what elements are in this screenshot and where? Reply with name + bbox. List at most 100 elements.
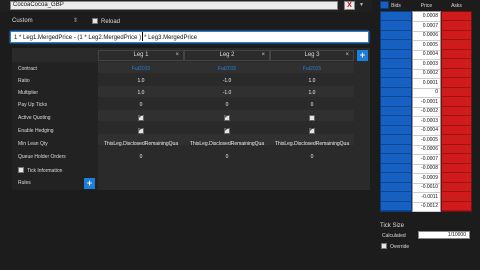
contract-cell-leg3[interactable]: Fut2015 [270, 65, 354, 73]
bid-cell[interactable] [381, 107, 411, 116]
pay-up-cell-leg3[interactable]: 0 [270, 101, 354, 109]
bid-cell[interactable] [381, 22, 411, 31]
price-cell[interactable]: -0.0007 [413, 155, 440, 164]
bid-cell[interactable] [381, 31, 411, 40]
price-cell[interactable]: -0.0012 [413, 202, 440, 211]
price-cell[interactable]: -0.0003 [413, 117, 440, 126]
ask-cell[interactable] [442, 126, 471, 135]
ask-cell[interactable] [442, 174, 471, 183]
price-cell[interactable]: -0.0005 [413, 136, 440, 145]
price-cell[interactable]: -0.0001 [413, 98, 440, 107]
ask-cell[interactable] [442, 50, 471, 59]
ask-cell[interactable] [442, 79, 471, 88]
add-rule-button[interactable]: + [84, 178, 95, 189]
price-cell[interactable]: 0 [413, 88, 440, 97]
bid-cell[interactable] [381, 69, 411, 78]
bid-cell[interactable] [381, 12, 411, 21]
pay-up-cell-leg1[interactable]: 0 [98, 101, 184, 109]
instrument-select[interactable]: CocoaCocoa_GBP [10, 1, 338, 10]
min-lean-cell-leg1[interactable]: ThisLeg.DisclosedRemainingQua [98, 140, 184, 148]
ask-cell[interactable] [442, 164, 471, 173]
active-quoting-checkbox-leg2[interactable] [224, 113, 230, 121]
bid-cell[interactable] [381, 88, 411, 97]
ask-cell[interactable] [442, 183, 471, 192]
pay-up-cell-leg2[interactable]: 0 [184, 101, 270, 109]
ask-cell[interactable] [442, 136, 471, 145]
bid-cell[interactable] [381, 98, 411, 107]
ask-cell[interactable] [442, 88, 471, 97]
ask-cell[interactable] [442, 41, 471, 50]
ask-cell[interactable] [442, 145, 471, 154]
ask-cell[interactable] [442, 155, 471, 164]
price-cell[interactable]: 0.0007 [413, 22, 440, 31]
min-lean-cell-leg3[interactable]: ThisLeg.DisclosedRemainingQua [270, 140, 354, 148]
chevron-down-icon[interactable]: ▼ [359, 2, 364, 8]
reload-checkbox-box[interactable] [92, 18, 98, 24]
ask-cell[interactable] [442, 22, 471, 31]
price-cell[interactable]: -0.0006 [413, 145, 440, 154]
close-leg-icon[interactable]: × [345, 51, 349, 60]
price-cell[interactable]: 0.0004 [413, 50, 440, 59]
price-cell[interactable]: 0.0003 [413, 60, 440, 69]
bid-cell[interactable] [381, 164, 411, 173]
ask-cell[interactable] [442, 69, 471, 78]
bid-cell[interactable] [381, 126, 411, 135]
ask-cell[interactable] [442, 117, 471, 126]
bid-cell[interactable] [381, 50, 411, 59]
ratio-cell-leg3[interactable]: 1.0 [270, 77, 354, 85]
bid-cell[interactable] [381, 79, 411, 88]
tick-information-checkbox[interactable] [18, 167, 24, 173]
price-cell[interactable]: 0.0001 [413, 79, 440, 88]
price-cell[interactable]: -0.0008 [413, 164, 440, 173]
add-leg-button[interactable]: + [357, 50, 368, 61]
override-checkbox-box[interactable] [381, 243, 387, 249]
mode-select[interactable]: Custom ⇕ [12, 17, 78, 26]
tick-information-toggle[interactable]: Tick Information [18, 167, 62, 175]
multiplier-cell-leg2[interactable]: -1.0 [184, 89, 270, 97]
enable-hedging-checkbox-leg3[interactable] [309, 126, 315, 134]
close-button[interactable]: X [344, 1, 355, 10]
price-cell[interactable]: -0.0002 [413, 107, 440, 116]
formula-input[interactable]: 1 * Leg1.MergedPrice - (1 * Leg2.MergedP… [10, 31, 369, 43]
queue-holder-cell-leg2[interactable]: 0 [184, 153, 270, 161]
override-checkbox[interactable]: Override [381, 243, 409, 250]
price-cell[interactable]: -0.0010 [413, 183, 440, 192]
price-cell[interactable]: 0.0006 [413, 31, 440, 40]
price-cell[interactable]: 0.0005 [413, 41, 440, 50]
close-leg-icon[interactable]: × [175, 51, 179, 60]
bid-cell[interactable] [381, 202, 411, 211]
ask-cell[interactable] [442, 107, 471, 116]
enable-hedging-checkbox-leg2[interactable] [224, 126, 230, 134]
bid-cell[interactable] [381, 145, 411, 154]
bid-cell[interactable] [381, 183, 411, 192]
ask-cell[interactable] [442, 202, 471, 211]
bid-cell[interactable] [381, 155, 411, 164]
ask-cell[interactable] [442, 193, 471, 202]
price-cell[interactable]: -0.0011 [413, 193, 440, 202]
contract-cell-leg2[interactable]: Fut2015 [184, 65, 270, 73]
ask-cell[interactable] [442, 98, 471, 107]
reload-checkbox[interactable]: Reload [92, 18, 120, 26]
close-leg-icon[interactable]: × [261, 51, 265, 60]
leg-header-1[interactable]: Leg 1 × [98, 50, 184, 61]
contract-cell-leg1[interactable]: Fut2015 [98, 65, 184, 73]
bid-cell[interactable] [381, 136, 411, 145]
leg-header-3[interactable]: Leg 3 × [270, 50, 354, 61]
bid-cell[interactable] [381, 193, 411, 202]
ratio-cell-leg1[interactable]: 1.0 [98, 77, 184, 85]
ratio-cell-leg2[interactable]: -1.0 [184, 77, 270, 85]
multiplier-cell-leg1[interactable]: 1.0 [98, 89, 184, 97]
multiplier-cell-leg3[interactable]: 1.0 [270, 89, 354, 97]
price-cell[interactable]: -0.0004 [413, 126, 440, 135]
active-quoting-checkbox-leg3[interactable] [309, 115, 315, 121]
bid-cell[interactable] [381, 174, 411, 183]
price-cell[interactable]: 0.0008 [413, 12, 440, 21]
queue-holder-cell-leg3[interactable]: 0 [270, 153, 354, 161]
ask-cell[interactable] [442, 12, 471, 21]
bid-cell[interactable] [381, 117, 411, 126]
leg-header-2[interactable]: Leg 2 × [184, 50, 270, 61]
price-cell[interactable]: -0.0009 [413, 174, 440, 183]
queue-holder-cell-leg1[interactable]: 0 [98, 153, 184, 161]
ask-cell[interactable] [442, 60, 471, 69]
enable-hedging-checkbox-leg1[interactable] [138, 126, 144, 134]
